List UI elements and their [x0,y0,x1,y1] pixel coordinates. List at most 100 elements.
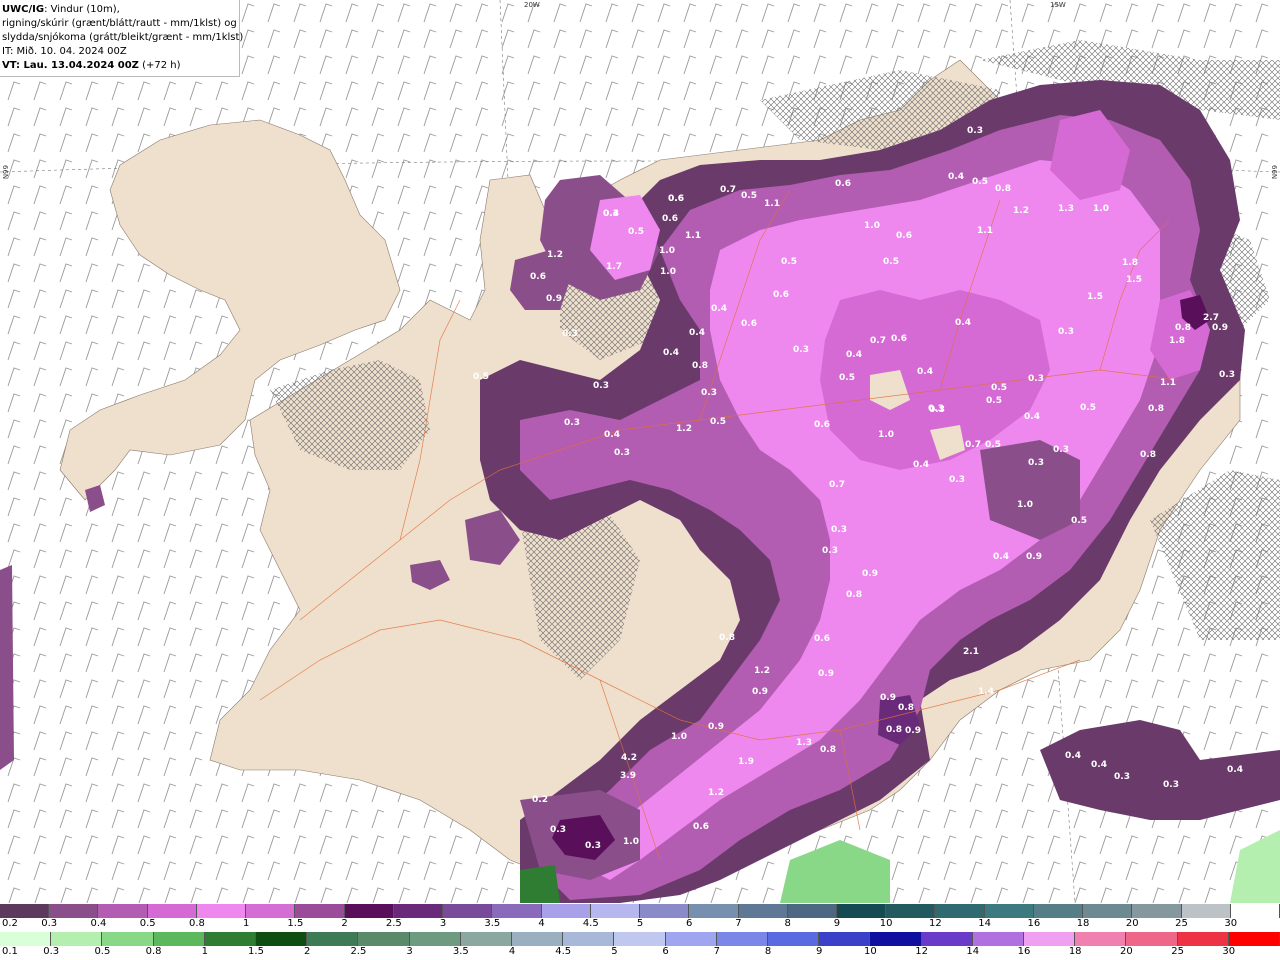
precip-value-label: 1.3 [796,738,812,748]
legend_rain-swatch [102,932,154,946]
precip-value-label: 0.6 [891,334,907,344]
precip-value-label: 1.1 [977,226,993,236]
legend-snow-labels: 0.2 0.3 0.4 0.5 0.8 1 1.5 2 2.5 3 3.5 4 4.5 5 6 7 8 9 10 12… [0,918,1280,932]
precip-value-label: 0.6 [835,179,851,189]
legend_snow-tick-label: 9 [833,918,841,929]
precip-value-label: 1.0 [623,837,639,847]
legend_snow-swatch [393,904,444,918]
legend_snow-tick-label: 0.2 [2,918,18,929]
precip-value-label: 0.6 [814,634,830,644]
info-line-1-text: : Vindur (10m), [44,4,120,15]
precip-value-label: 2.6 [1016,774,1032,784]
legend_rain-tick-label: 16 [1017,946,1031,957]
precip-value-label: 0.4 [1065,751,1081,761]
legend_rain-tick-label: 2.5 [350,946,367,957]
precip-value-label: 0.5 [710,417,726,427]
precip-value-label: 0.2 [532,795,548,805]
legend_rain-swatch [768,932,820,946]
precip-value-label: 0.4 [689,328,705,338]
legend_snow-tick-label: 4.5 [582,918,599,929]
legend_snow-swatch [196,904,247,918]
legend_rain-swatch [665,932,717,946]
legend_snow-swatch [49,904,99,918]
precip-value-label: 0.4 [604,430,620,440]
precip-value-label: 0.5 [883,257,899,267]
precip-value-label: 1.1 [685,231,701,241]
precip-value-label: 0.3 [928,404,944,414]
legend_rain-tick-label: 2 [304,946,311,957]
precip-value-label: 1.2 [676,424,692,434]
legend_rain-swatch [563,932,615,946]
precip-value-label: 0.3 [793,345,809,355]
legend_rain-tick-label: 0.5 [94,946,111,957]
precip-value-label: 0.3 [967,126,983,136]
precip-value-label: 0.8 [1140,450,1156,460]
legend_rain-tick-label: 0.3 [43,946,60,957]
legend_rain-swatch [1024,932,1076,946]
precip-value-label: 0.8 [1148,404,1164,414]
legend_snow-tick-label: 5 [636,918,644,929]
precip-value-label: 0.5 [628,227,644,237]
legend_rain-swatch [307,932,359,946]
legend_snow-tick-label: 0.8 [188,918,205,929]
precip-value-label: 0.6 [741,319,757,329]
precip-value-label: 0.5 [741,191,757,201]
valid-time-label: VT: Lau. 13.04.2024 00Z [2,60,139,71]
legend_snow-swatch [935,904,985,918]
legend_rain-tick-label: 1 [201,946,208,957]
legend_snow-swatch [344,904,394,918]
precip-value-label: 0.9 [1212,323,1228,333]
precip-value-label: 1.9 [738,757,754,767]
precip-value-label: 0.6 [814,420,830,430]
precip-value-label: 0.3 [1028,458,1044,468]
legend_rain-tick-label: 20 [1120,946,1133,957]
precip-value-label: 0.8 [719,633,735,643]
precip-value-label: 0.4 [1091,760,1107,770]
legend_snow-tick-label: 3 [439,918,447,929]
init-time: IT: Mið. 10. 04. 2024 00Z [2,46,127,57]
legend_snow-swatch [787,904,837,918]
precip-value-label: 1.0 [864,221,880,231]
precip-value-label: 0.6 [896,231,912,241]
precip-value-label: 0.4 [603,209,619,219]
precip-value-label: 0.9 [1026,552,1042,562]
legend_snow-swatch [98,904,148,918]
precip-value-label: 1.1 [764,199,780,209]
legend_snow-tick-label: 30 [1224,918,1238,929]
precip-value-label: 0.5 [839,373,855,383]
precip-value-label: 0.4 [663,348,679,358]
legend_rain-tick-label: 3 [406,946,413,957]
precip-value-label: 0.7 [720,185,736,195]
legend_rain-swatch [819,932,871,946]
precip-value-label: 0.9 [905,726,921,736]
precip-value-label: 0.3 [550,825,566,835]
precip-value-label: 0.5 [1071,516,1087,526]
legend_snow-swatch [492,904,542,918]
precip-value-label: 0.3 [949,475,965,485]
legend_rain-tick-label: 18 [1068,946,1082,957]
precip-value-label: 0.5 [473,372,489,382]
legend_rain-tick-label: 0.1 [2,946,18,957]
legend_snow-swatch [443,904,493,918]
legend_rain-tick-label: 14 [966,946,980,957]
legend_snow-tick-label: 0.4 [90,918,107,929]
legend_snow-tick-label: 7 [735,918,742,929]
legend_snow-swatch [1181,904,1231,918]
precip-value-label: 0.6 [530,272,546,282]
legend_rain-tick-label: 6 [662,946,669,957]
legend_snow-swatch [246,904,296,918]
precip-value-label: 1.8 [1169,336,1185,346]
precip-value-label: 0.4 [1024,412,1040,422]
precip-value-label: 0.3 [1219,370,1235,380]
legend_rain-tick-label: 0.8 [145,946,162,957]
legend_snow-tick-label: 18 [1076,918,1090,929]
legend_rain-swatch [1177,932,1229,946]
legend_snow-swatch [689,904,739,918]
precip-value-label: 1.0 [671,732,687,742]
legend_rain-swatch [1126,932,1178,946]
legend_rain-tick-label: 10 [864,946,877,957]
precip-value-label: 0.6 [693,822,709,832]
precip-value-label: 1.0 [1017,500,1033,510]
precip-value-label: 1.0 [659,246,675,256]
precip-value-label: 0.4 [955,318,971,328]
